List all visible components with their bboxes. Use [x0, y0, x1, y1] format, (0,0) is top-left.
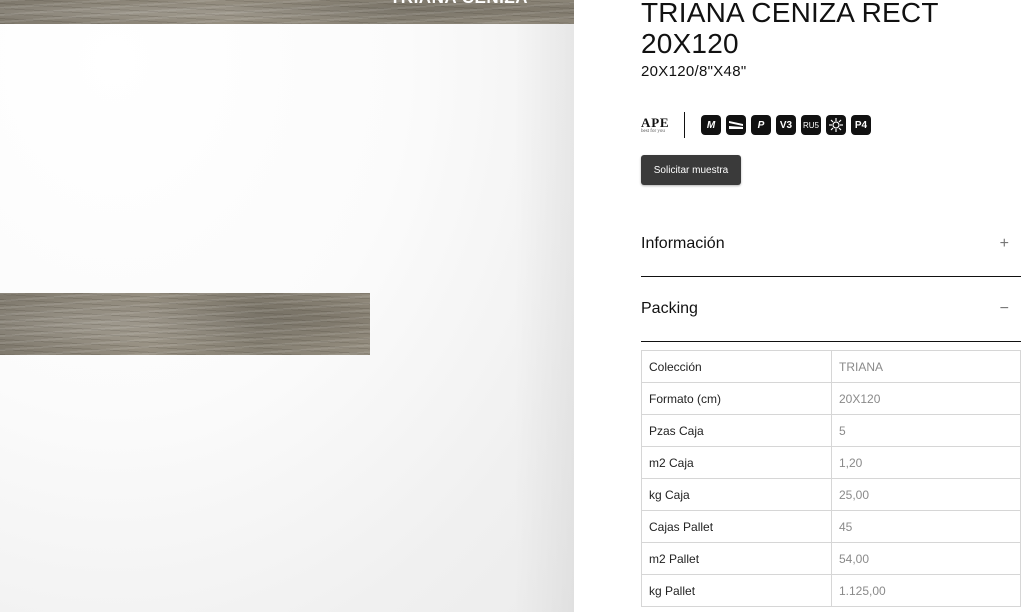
edge-icon — [726, 115, 746, 135]
table-row: m2 Pallet 54,00 — [641, 542, 1021, 575]
packing-label: Pzas Caja — [641, 414, 832, 447]
packing-value: 54,00 — [831, 542, 1021, 575]
ru5-icon: RU5 — [801, 115, 821, 135]
packing-value: 1.125,00 — [831, 574, 1021, 607]
p4-icon: P4 — [851, 115, 871, 135]
table-row: kg Caja 25,00 — [641, 478, 1021, 511]
product-format: 20X120/8"X48" — [641, 63, 747, 80]
table-row: m2 Caja 1,20 — [641, 446, 1021, 479]
tile-image-top[interactable]: TRIANA CENIZA — [0, 0, 574, 24]
packing-table: Colección TRIANA Formato (cm) 20X120 Pza… — [641, 350, 1021, 607]
tile-image-main[interactable] — [0, 293, 370, 355]
badge-divider — [684, 112, 685, 138]
packing-value: TRIANA — [831, 350, 1021, 383]
request-sample-button[interactable]: Solicitar muestra — [641, 155, 741, 185]
gallery-caption: TRIANA CENIZA — [390, 0, 528, 8]
packing-label: Cajas Pallet — [641, 510, 832, 543]
packing-value: 45 — [831, 510, 1021, 543]
accordion-packing[interactable]: Packing − — [641, 277, 1021, 342]
ape-logo: APE best for you — [641, 116, 673, 135]
table-row: Pzas Caja 5 — [641, 414, 1021, 447]
accordion-informacion-label: Información — [641, 235, 725, 252]
packing-value: 5 — [831, 414, 1021, 447]
packing-label: kg Pallet — [641, 574, 832, 607]
expand-icon[interactable]: + — [1000, 235, 1009, 253]
packing-value: 1,20 — [831, 446, 1021, 479]
ape-logo-tagline: best for you — [641, 128, 665, 134]
product-title: TRIANA CENIZA RECT 20X120 — [641, 0, 939, 59]
table-row: Cajas Pallet 45 — [641, 510, 1021, 543]
v3-icon: V3 — [776, 115, 796, 135]
ape-logo-word: APE — [641, 114, 670, 130]
table-row: Formato (cm) 20X120 — [641, 382, 1021, 415]
accordion-informacion[interactable]: Información + — [641, 212, 1021, 277]
frost-icon — [826, 115, 846, 135]
packing-label: Formato (cm) — [641, 382, 832, 415]
p-icon: P — [751, 115, 771, 135]
table-row: Colección TRIANA — [641, 350, 1021, 383]
packing-value: 25,00 — [831, 478, 1021, 511]
product-gallery: TRIANA CENIZA — [0, 0, 574, 612]
table-row: kg Pallet 1.125,00 — [641, 574, 1021, 607]
packing-label: kg Caja — [641, 478, 832, 511]
packing-label: m2 Caja — [641, 446, 832, 479]
packing-value: 20X120 — [831, 382, 1021, 415]
spec-badges: APE best for you M P V3 RU5 P4 — [641, 111, 871, 139]
collapse-icon[interactable]: − — [1000, 300, 1009, 318]
accordion-packing-label: Packing — [641, 300, 698, 317]
m-icon: M — [701, 115, 721, 135]
packing-label: m2 Pallet — [641, 542, 832, 575]
packing-label: Colección — [641, 350, 832, 383]
